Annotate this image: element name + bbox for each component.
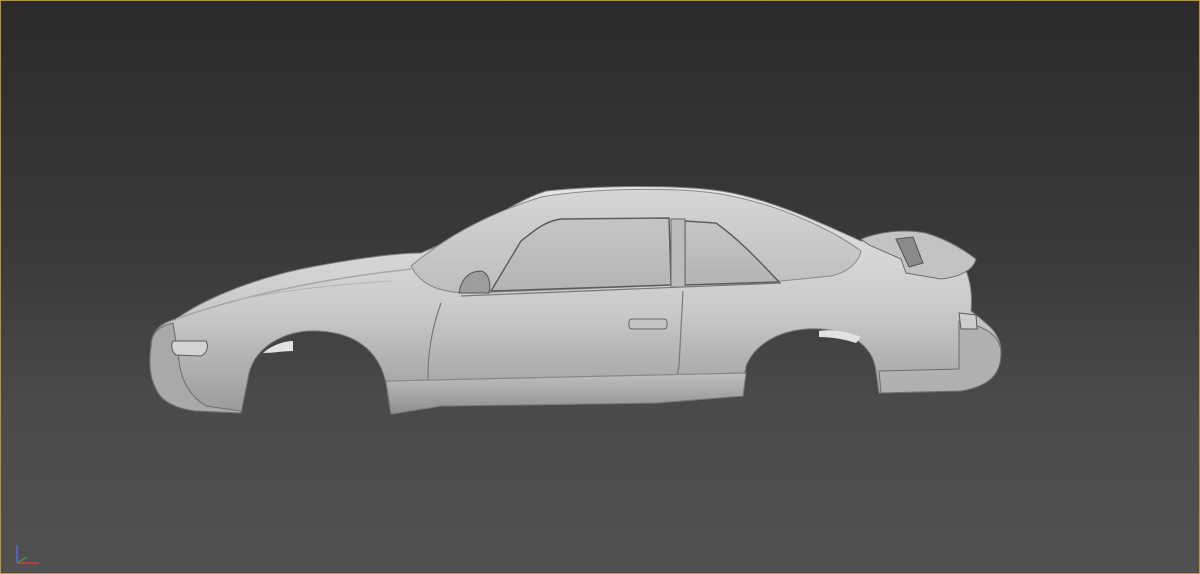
taillight [958, 312, 978, 330]
door-handle[interactable] [628, 318, 668, 330]
viewport-scene[interactable] [1, 1, 1200, 574]
axis-gizmo [16, 545, 39, 564]
b-pillar [670, 218, 686, 288]
3d-viewport[interactable] [0, 0, 1200, 574]
headlight [171, 340, 208, 357]
y-axis-icon [16, 556, 28, 564]
